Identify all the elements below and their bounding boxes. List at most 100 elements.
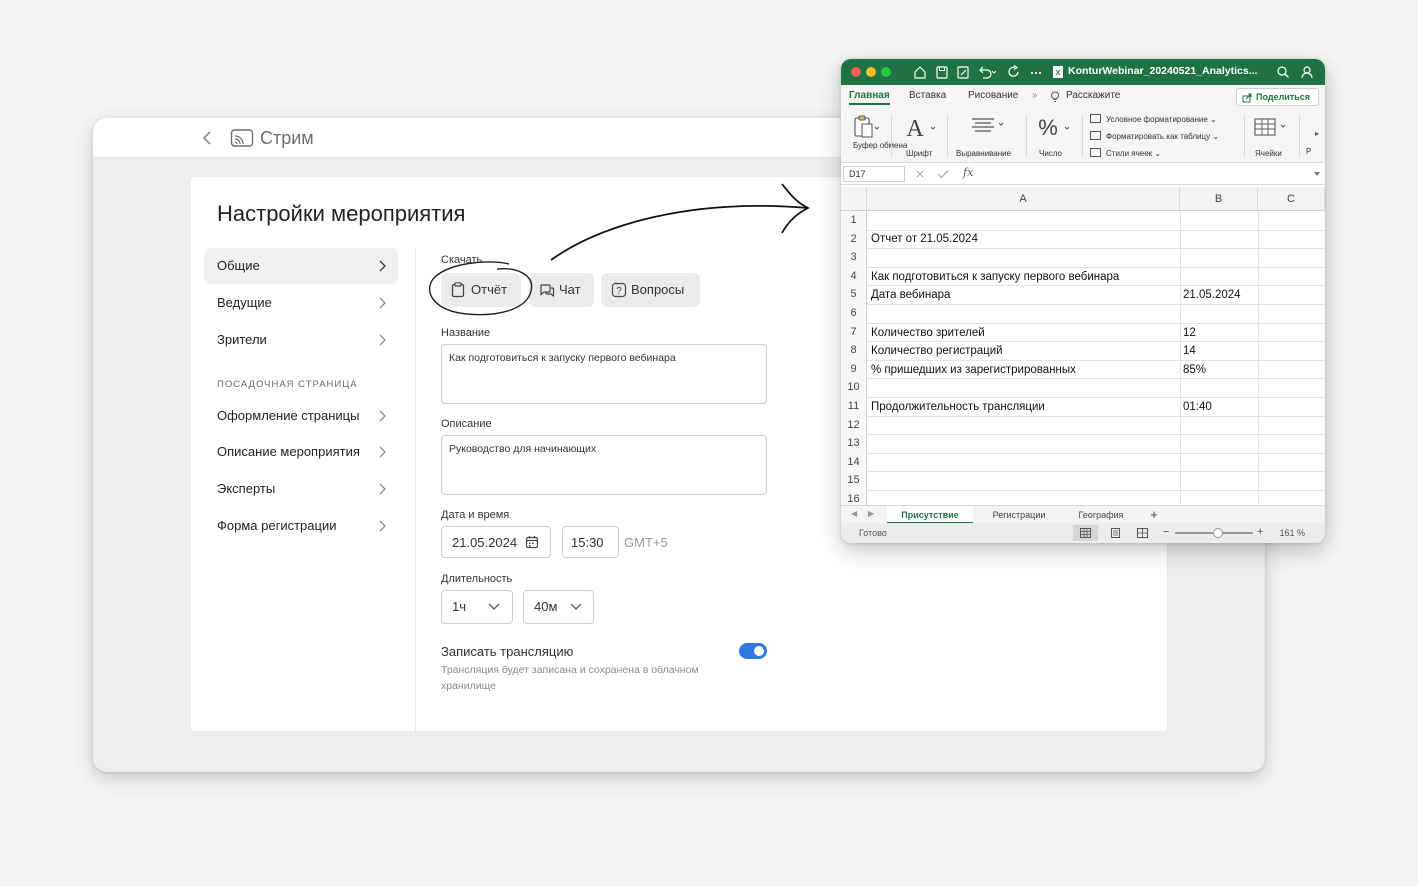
cell-b9[interactable]: 85% — [1183, 364, 1206, 376]
record-toggle[interactable] — [739, 643, 767, 659]
maximize-button[interactable] — [881, 67, 891, 77]
sheet-tab-geography[interactable]: География — [1063, 506, 1139, 524]
number-group[interactable]: % Число — [1035, 111, 1075, 161]
cells-group[interactable]: Ячейки — [1251, 111, 1291, 161]
tell-me-box[interactable]: Расскажите — [1066, 90, 1120, 101]
cell-b11[interactable]: 01:40 — [1183, 401, 1212, 413]
tab-insert[interactable]: Вставка — [909, 90, 946, 101]
sheet-tab-registrations[interactable]: Регистрации — [979, 506, 1059, 524]
row-header[interactable]: 7 — [841, 322, 867, 342]
description-field[interactable]: Руководство для начинающих — [441, 435, 767, 495]
minimize-button[interactable] — [866, 67, 876, 77]
column-header-a[interactable]: A — [867, 187, 1180, 211]
duration-label: Длительность — [441, 573, 513, 585]
cell-styles-button[interactable]: Стили ячеек ⌄ — [1090, 148, 1161, 158]
more-icon[interactable] — [1029, 64, 1043, 80]
cell-a2[interactable]: Отчет от 21.05.2024 — [871, 233, 978, 245]
save-icon[interactable] — [935, 64, 949, 80]
nav-item-general[interactable]: Общие — [204, 248, 398, 284]
row-header[interactable]: 10 — [841, 378, 867, 397]
name-box[interactable]: D17 — [843, 166, 905, 182]
expand-formula-icon[interactable] — [1313, 171, 1321, 177]
cell-a7[interactable]: Количество зрителей — [871, 327, 985, 339]
tab-draw[interactable]: Рисование — [968, 90, 1018, 101]
row-header[interactable]: 5 — [841, 285, 867, 304]
cell-a5[interactable]: Дата вебинара — [871, 289, 950, 301]
cell-b5[interactable]: 21.05.2024 — [1183, 289, 1241, 301]
alignment-group[interactable]: Выравнивание — [955, 111, 1019, 161]
row-header[interactable]: 4 — [841, 266, 867, 286]
download-chat-button[interactable]: Чат — [529, 273, 594, 307]
column-header-c[interactable]: C — [1258, 187, 1325, 211]
undo-icon[interactable] — [977, 64, 997, 80]
clipboard-group[interactable]: Буфер обмена — [849, 111, 907, 161]
format-as-table-button[interactable]: Форматировать как таблицу ⌄ — [1090, 131, 1219, 141]
row-header[interactable]: 2 — [841, 229, 867, 249]
cell-a11[interactable]: Продолжительность трансляции — [871, 401, 1045, 413]
nav-item-registration-form[interactable]: Форма регистрации — [204, 508, 398, 544]
download-questions-button[interactable]: ? Вопросы — [601, 273, 700, 307]
nav-item-viewers[interactable]: Зрители — [204, 322, 398, 358]
row-header[interactable]: 6 — [841, 304, 867, 323]
zoom-out-button[interactable]: − — [1163, 526, 1169, 538]
column-header-b[interactable]: B — [1180, 187, 1258, 211]
cell-a8[interactable]: Количество регистраций — [871, 345, 1003, 357]
search-icon[interactable] — [1276, 64, 1290, 80]
share-button[interactable]: Поделиться — [1236, 88, 1319, 106]
normal-view-button[interactable] — [1073, 525, 1098, 541]
app-title: Стрим — [260, 128, 314, 148]
tab-home[interactable]: Главная — [849, 90, 890, 105]
download-report-button[interactable]: Отчёт — [441, 273, 521, 307]
font-group[interactable]: A Шрифт — [901, 111, 939, 161]
page-break-icon[interactable] — [1137, 528, 1148, 538]
home-icon[interactable] — [913, 64, 927, 80]
row-header[interactable]: 12 — [841, 415, 867, 435]
time-field[interactable]: 15:30 — [562, 526, 619, 558]
row-header[interactable]: 3 — [841, 248, 867, 267]
conditional-formatting-button[interactable]: Условное форматирование ⌄ — [1090, 114, 1217, 124]
zoom-level: 161 % — [1279, 528, 1305, 538]
zoom-slider-thumb[interactable] — [1213, 528, 1223, 538]
select-all-corner[interactable] — [841, 187, 867, 211]
sheet-tab-attendance[interactable]: Присутствие — [887, 506, 973, 524]
more-tabs-icon[interactable]: » — [1032, 90, 1038, 101]
cell-a9[interactable]: % пришедших из зарегистрированных — [871, 364, 1076, 376]
redo-icon[interactable] — [1007, 64, 1021, 80]
row-header[interactable]: 14 — [841, 452, 867, 472]
check-icon[interactable] — [937, 169, 949, 179]
row-header[interactable]: 13 — [841, 434, 867, 453]
sheet-next-icon[interactable]: ▶ — [868, 509, 874, 518]
ribbon-more-icon[interactable]: ▸ — [1315, 129, 1319, 138]
sheet-prev-icon[interactable]: ◀ — [851, 509, 857, 518]
nav-item-experts[interactable]: Эксперты — [204, 471, 398, 507]
nav-item-event-description[interactable]: Описание мероприятия — [204, 434, 398, 470]
duration-minutes-select[interactable]: 40м — [523, 590, 594, 624]
page-layout-icon[interactable] — [1110, 528, 1121, 538]
download-report-label: Отчёт — [471, 282, 508, 297]
back-arrow-icon[interactable] — [199, 128, 217, 148]
cell-b8[interactable]: 14 — [1183, 345, 1196, 357]
cell-a4[interactable]: Как подготовиться к запуску первого веби… — [871, 271, 1119, 283]
cancel-icon[interactable] — [915, 169, 925, 179]
nav-item-label: Форма регистрации — [217, 518, 337, 533]
close-button[interactable] — [851, 67, 861, 77]
account-icon[interactable] — [1300, 64, 1316, 80]
date-field[interactable]: 21.05.2024 — [441, 526, 551, 558]
row-header[interactable]: 11 — [841, 397, 867, 416]
spreadsheet-grid[interactable]: A B C 1 2 3 4 5 6 7 8 9 10 11 12 13 14 15 16 Отчет от 2… — [841, 187, 1325, 510]
duration-hours-select[interactable]: 1ч — [441, 590, 513, 624]
row-header[interactable]: 9 — [841, 359, 867, 379]
edit-icon[interactable] — [956, 64, 970, 80]
fx-icon[interactable]: fx — [963, 166, 973, 179]
add-sheet-button[interactable]: + — [1147, 506, 1161, 524]
row-header[interactable]: 1 — [841, 211, 867, 230]
nav-item-page-design[interactable]: Оформление страницы — [204, 398, 398, 434]
nav-item-hosts[interactable]: Ведущие — [204, 285, 398, 321]
name-field[interactable]: Как подготовиться к запуску первого веби… — [441, 344, 767, 404]
zoom-in-button[interactable]: + — [1257, 526, 1263, 538]
row-header[interactable]: 15 — [841, 471, 867, 490]
row-header[interactable]: 8 — [841, 341, 867, 360]
cell-b7[interactable]: 12 — [1183, 327, 1196, 339]
name-label: Название — [441, 327, 491, 339]
calendar-icon[interactable] — [525, 535, 539, 549]
